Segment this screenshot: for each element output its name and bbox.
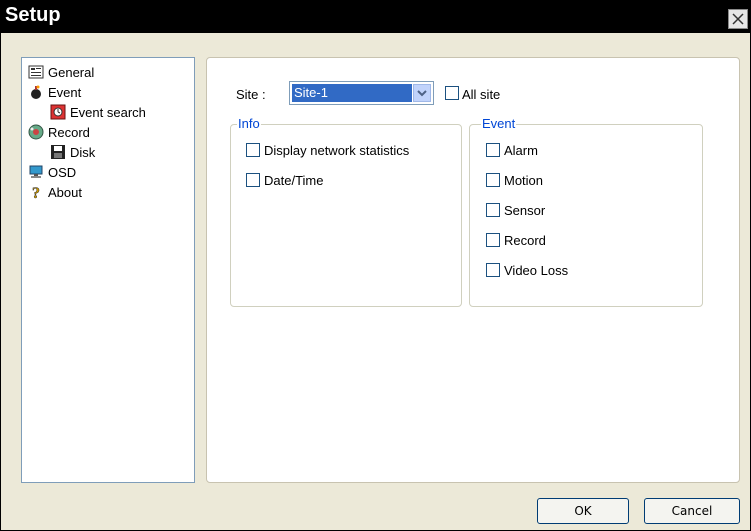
sensor-label[interactable]: Sensor [504,203,545,218]
tree-item-label: Disk [70,144,96,160]
date-time-checkbox[interactable] [246,173,260,187]
site-label: Site : [236,87,266,102]
site-dropdown[interactable]: Site-1 [289,81,434,105]
display-network-statistics-label[interactable]: Display network statistics [264,143,409,158]
tree-item-label: OSD [48,164,77,180]
settings-tree: General Event Event search Record Disk O… [21,57,195,483]
all-site-label[interactable]: All site [462,87,500,102]
tree-item-disk[interactable]: Disk [50,142,95,162]
ok-button[interactable]: OK [537,498,629,524]
svg-text:?: ? [32,185,40,200]
tree-item-label: Record [48,124,90,140]
alarm-label[interactable]: Alarm [504,143,538,158]
record-label[interactable]: Record [504,233,546,248]
tree-item-event-search[interactable]: Event search [50,102,146,122]
about-icon: ? [28,184,44,203]
title-bar: Setup [1,1,750,33]
event-icon [28,84,44,100]
date-time-label[interactable]: Date/Time [264,173,323,188]
display-network-statistics-checkbox[interactable] [246,143,260,157]
all-site-checkbox[interactable] [445,86,459,100]
tree-item-label: General [48,64,95,80]
record-checkbox[interactable] [486,233,500,247]
tree-item-record[interactable]: Record [28,122,90,142]
tree-item-label: Event [48,84,82,100]
site-selected-value: Site-1 [292,84,412,102]
tree-item-label: About [48,184,82,200]
record-icon [28,124,44,140]
setup-window: Setup General Event Event search Record … [0,0,751,531]
video-loss-label[interactable]: Video Loss [504,263,568,278]
tree-item-general[interactable]: General [28,62,94,82]
event-search-icon [50,104,66,120]
motion-label[interactable]: Motion [504,173,543,188]
disk-icon [50,144,66,160]
video-loss-checkbox[interactable] [486,263,500,277]
tree-item-label: Event search [70,104,146,120]
window-title: Setup [5,4,61,26]
close-button[interactable] [728,9,748,29]
close-icon [732,13,744,25]
chevron-down-icon[interactable] [413,84,431,102]
general-icon [28,64,44,80]
alarm-checkbox[interactable] [486,143,500,157]
tree-item-event[interactable]: Event [28,82,81,102]
sensor-checkbox[interactable] [486,203,500,217]
osd-icon [28,164,44,180]
tree-item-osd[interactable]: OSD [28,162,76,182]
motion-checkbox[interactable] [486,173,500,187]
info-group-title: Info [237,116,261,131]
tree-item-about[interactable]: ? About [28,182,82,203]
cancel-button[interactable]: Cancel [644,498,740,524]
event-group-title: Event [481,116,517,131]
